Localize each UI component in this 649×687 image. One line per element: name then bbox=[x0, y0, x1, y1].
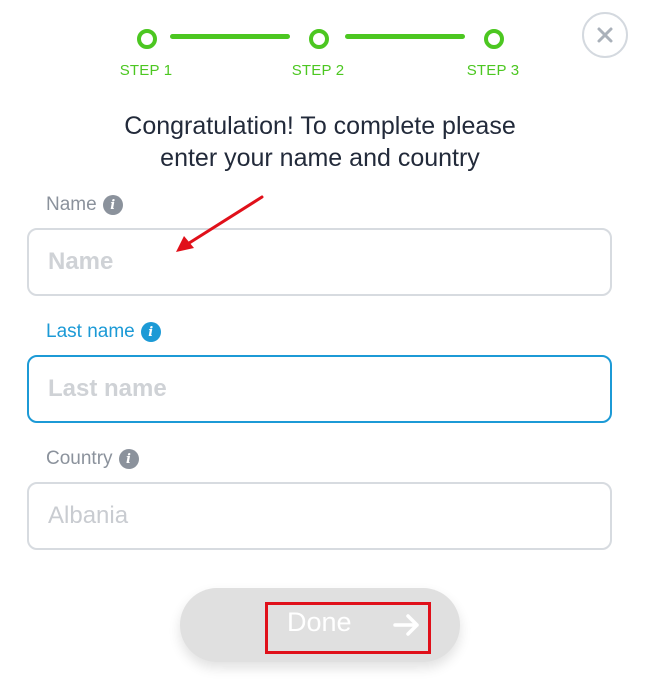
done-button-label: Done bbox=[287, 607, 352, 637]
last-name-label-text: Last name bbox=[46, 321, 135, 342]
title-line-2: enter your name and country bbox=[160, 144, 480, 172]
progress-stepper: STEP 1 STEP 2 STEP 3 bbox=[0, 0, 649, 90]
info-icon[interactable]: i bbox=[102, 195, 123, 215]
last-name-input[interactable] bbox=[27, 355, 612, 423]
step-connector-1 bbox=[170, 34, 290, 39]
step-2-label: STEP 2 bbox=[291, 62, 345, 79]
country-label-text: Country bbox=[46, 448, 113, 469]
page-title: Congratulation! To complete please enter… bbox=[60, 110, 580, 174]
step-3-label: STEP 3 bbox=[466, 62, 520, 79]
step-1-label: STEP 1 bbox=[119, 62, 173, 79]
name-label-text: Name bbox=[46, 194, 97, 215]
close-button[interactable] bbox=[582, 12, 628, 58]
country-field-label: Country i bbox=[46, 448, 139, 470]
info-icon[interactable]: i bbox=[140, 322, 161, 342]
step-3-dot bbox=[484, 29, 504, 49]
info-icon[interactable]: i bbox=[118, 449, 139, 469]
name-field-label: Name i bbox=[46, 194, 123, 216]
name-input[interactable] bbox=[27, 228, 612, 296]
step-connector-2 bbox=[345, 34, 465, 39]
arrow-right-icon bbox=[393, 614, 419, 636]
title-line-1: Congratulation! To complete please bbox=[124, 112, 516, 140]
step-1-dot bbox=[137, 29, 157, 49]
close-icon bbox=[597, 27, 613, 43]
step-2-dot bbox=[309, 29, 329, 49]
last-name-field-label: Last name i bbox=[46, 321, 161, 343]
signup-dialog: STEP 1 STEP 2 STEP 3 Congratulation! To … bbox=[0, 0, 649, 687]
country-select[interactable] bbox=[27, 482, 612, 550]
